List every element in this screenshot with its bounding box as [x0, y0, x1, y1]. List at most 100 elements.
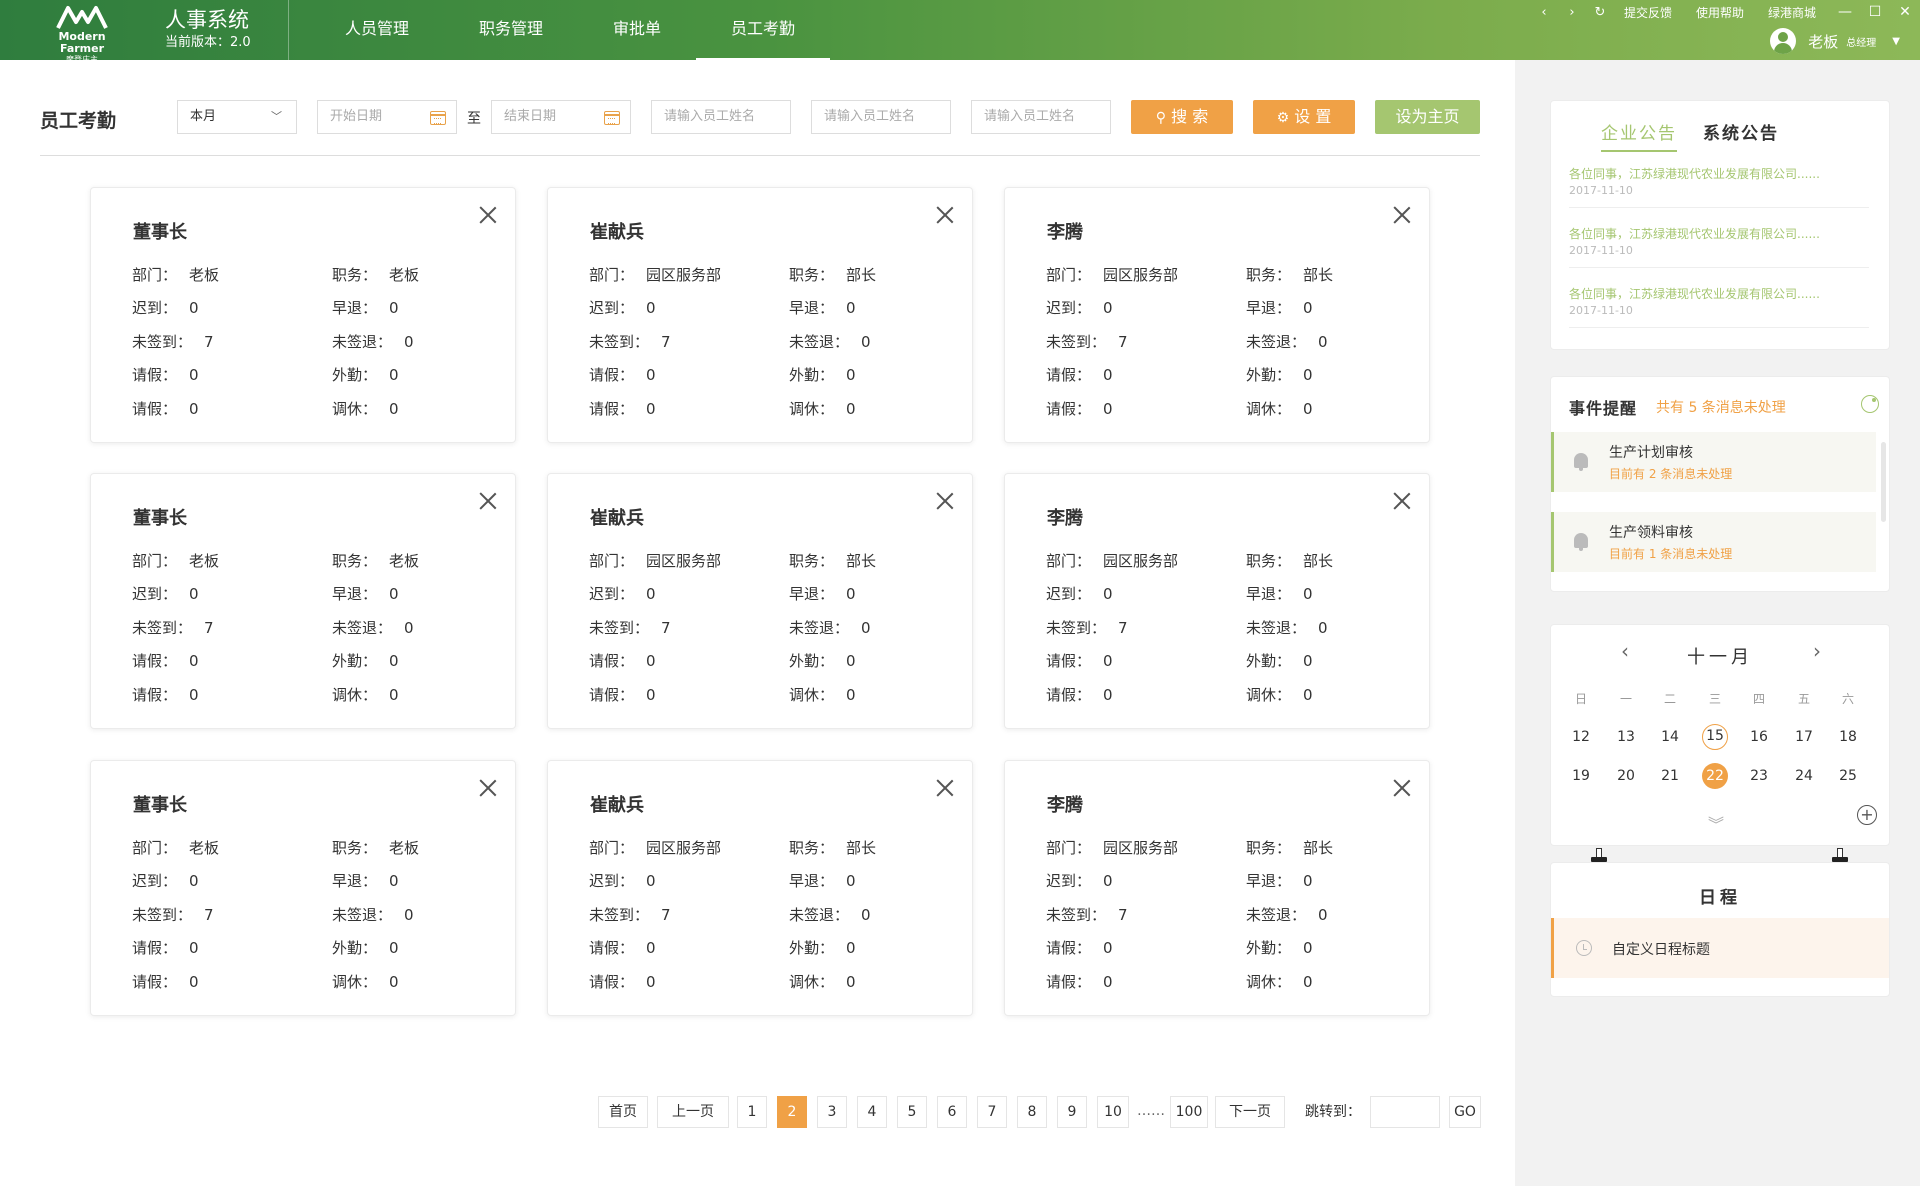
- calendar-day[interactable]: 13: [1613, 724, 1639, 750]
- calendar-day[interactable]: 18: [1835, 724, 1861, 750]
- settings-button[interactable]: ⚙ 设 置: [1253, 100, 1355, 134]
- calendar-day[interactable]: 22: [1702, 763, 1728, 789]
- employee-name-input[interactable]: 请输入员工姓名: [971, 100, 1111, 134]
- page-button[interactable]: 8: [1017, 1096, 1047, 1128]
- next-page-button[interactable]: 下一页: [1215, 1096, 1285, 1128]
- stat-leave: 请假： 0: [589, 364, 656, 385]
- stat-label: 迟到：: [589, 299, 635, 317]
- page-button[interactable]: 6: [937, 1096, 967, 1128]
- jump-to-input[interactable]: [1370, 1096, 1440, 1128]
- refresh-icon[interactable]: [1861, 395, 1879, 413]
- stat-position: 职务： 部长: [789, 550, 876, 571]
- notice-item[interactable]: 各位同事，江苏绿港现代农业发展有限公司...... 2017-11-10: [1569, 165, 1869, 208]
- expand-down-icon[interactable]: ︾: [1708, 811, 1724, 835]
- search-button[interactable]: ⚲ 搜 索: [1131, 100, 1233, 134]
- close-icon[interactable]: [1391, 777, 1413, 799]
- close-icon[interactable]: [934, 204, 956, 226]
- chevron-left-icon[interactable]: ‹: [1621, 639, 1629, 663]
- tab-company-notice[interactable]: 企业公告: [1601, 119, 1677, 152]
- attendance-card[interactable]: 崔献兵 部门： 园区服务部 职务： 部长 迟到： 0 早退： 0 未签到： 7 未签退： 0 请假： 0 外勤…: [547, 187, 973, 443]
- go-button[interactable]: GO: [1449, 1096, 1481, 1128]
- tab-system-notice[interactable]: 系统公告: [1703, 119, 1779, 152]
- page-button[interactable]: 3: [817, 1096, 847, 1128]
- page-button[interactable]: 5: [897, 1096, 927, 1128]
- caret-down-icon[interactable]: ▼: [1892, 36, 1900, 47]
- event-item[interactable]: 生产领料审核 目前有 1 条消息未处理: [1551, 512, 1876, 572]
- stat-value: 老板: [389, 552, 420, 570]
- close-icon[interactable]: [477, 490, 499, 512]
- calendar-day[interactable]: 25: [1835, 763, 1861, 789]
- schedule-item[interactable]: 自定义日程标题: [1551, 918, 1889, 978]
- stat-label: 迟到：: [132, 585, 178, 603]
- attendance-card[interactable]: 李腾 部门： 园区服务部 职务： 部长 迟到： 0 早退： 0 未签到： 7 未签退： 0 请假： 0 外勤：…: [1004, 760, 1430, 1016]
- stat-value: 0: [189, 585, 199, 603]
- stat-rest: 调休： 0: [332, 398, 399, 419]
- stat-value: 0: [1303, 366, 1313, 384]
- attendance-card[interactable]: 董事长 部门： 老板 职务： 老板 迟到： 0 早退： 0 未签到： 7 未签退： 0 请假： 0 外勤： 0 请…: [90, 760, 516, 1016]
- calendar-day[interactable]: 17: [1791, 724, 1817, 750]
- calendar-day[interactable]: 24: [1791, 763, 1817, 789]
- set-homepage-button[interactable]: 设为主页: [1375, 100, 1480, 134]
- stat-value: 老板: [189, 839, 220, 857]
- calendar-day[interactable]: 19: [1568, 763, 1594, 789]
- maximize-icon[interactable]: ☐: [1860, 4, 1890, 20]
- page-button[interactable]: 4: [857, 1096, 887, 1128]
- nav-approvals[interactable]: 审批单: [578, 0, 696, 60]
- logo[interactable]: Modern Farmer 摩登庄主: [36, 4, 128, 64]
- close-icon[interactable]: [934, 490, 956, 512]
- attendance-card[interactable]: 李腾 部门： 园区服务部 职务： 部长 迟到： 0 早退： 0 未签到： 7 未签退： 0 请假： 0 外勤：…: [1004, 473, 1430, 729]
- calendar-day[interactable]: 12: [1568, 724, 1594, 750]
- close-icon[interactable]: [1391, 204, 1413, 226]
- minimize-icon[interactable]: —: [1830, 4, 1860, 20]
- forward-icon[interactable]: ›: [1558, 5, 1586, 20]
- feedback-link[interactable]: 提交反馈: [1624, 4, 1672, 21]
- prev-page-button[interactable]: 上一页: [657, 1096, 729, 1128]
- mall-link[interactable]: 绿港商城: [1768, 4, 1816, 21]
- top-right-links: ‹ › ↻ 提交反馈 使用帮助 绿港商城 — ☐ ✕: [1530, 0, 1920, 24]
- calendar-day[interactable]: 16: [1746, 724, 1772, 750]
- calendar-day[interactable]: 23: [1746, 763, 1772, 789]
- attendance-card[interactable]: 崔献兵 部门： 园区服务部 职务： 部长 迟到： 0 早退： 0 未签到： 7 未签退： 0 请假： 0 外勤…: [547, 473, 973, 729]
- stat-value: 老板: [389, 266, 420, 284]
- page-button[interactable]: 7: [977, 1096, 1007, 1128]
- period-select[interactable]: 本月 ﹀: [177, 100, 297, 134]
- calendar-day[interactable]: 15: [1702, 724, 1728, 750]
- jump-to-label: 跳转到：: [1305, 1104, 1361, 1120]
- nav-personnel[interactable]: 人员管理: [310, 0, 444, 60]
- end-date-input[interactable]: 结束日期: [491, 100, 631, 134]
- calendar-day[interactable]: 14: [1657, 724, 1683, 750]
- back-icon[interactable]: ‹: [1530, 5, 1558, 20]
- stat-label: 请假：: [589, 366, 635, 384]
- close-icon[interactable]: ✕: [1890, 4, 1920, 20]
- calendar-day[interactable]: 20: [1613, 763, 1639, 789]
- start-date-input[interactable]: 开始日期: [317, 100, 457, 134]
- close-icon[interactable]: [477, 204, 499, 226]
- last-page-button[interactable]: 100: [1170, 1096, 1208, 1128]
- nav-attendance[interactable]: 员工考勤: [696, 0, 831, 60]
- close-icon[interactable]: [477, 777, 499, 799]
- page-button[interactable]: 10: [1097, 1096, 1129, 1128]
- close-icon[interactable]: [934, 777, 956, 799]
- notice-item[interactable]: 各位同事，江苏绿港现代农业发展有限公司...... 2017-11-10: [1569, 285, 1869, 328]
- chevron-right-icon[interactable]: ›: [1813, 639, 1821, 663]
- attendance-card[interactable]: 董事长 部门： 老板 职务： 老板 迟到： 0 早退： 0 未签到： 7 未签退： 0 请假： 0 外勤： 0 请…: [90, 187, 516, 443]
- page-button-current[interactable]: 2: [777, 1096, 807, 1128]
- attendance-card[interactable]: 董事长 部门： 老板 职务： 老板 迟到： 0 早退： 0 未签到： 7 未签退： 0 请假： 0 外勤： 0 请…: [90, 473, 516, 729]
- event-item[interactable]: 生产计划审核 目前有 2 条消息未处理: [1551, 432, 1876, 492]
- employee-name-input[interactable]: 请输入员工姓名: [811, 100, 951, 134]
- scrollbar[interactable]: [1881, 442, 1886, 522]
- user-menu[interactable]: 老板 总经理 ▼: [1770, 26, 1900, 56]
- page-button[interactable]: 9: [1057, 1096, 1087, 1128]
- calendar-day[interactable]: 21: [1657, 763, 1683, 789]
- first-page-button[interactable]: 首页: [598, 1096, 648, 1128]
- close-icon[interactable]: [1391, 490, 1413, 512]
- employee-name-input[interactable]: 请输入员工姓名: [651, 100, 791, 134]
- notice-item[interactable]: 各位同事，江苏绿港现代农业发展有限公司...... 2017-11-10: [1569, 225, 1869, 268]
- refresh-icon[interactable]: ↻: [1586, 5, 1614, 20]
- attendance-card[interactable]: 李腾 部门： 园区服务部 职务： 部长 迟到： 0 早退： 0 未签到： 7 未签退： 0 请假： 0 外勤：…: [1004, 187, 1430, 443]
- page-button[interactable]: 1: [737, 1096, 767, 1128]
- nav-positions[interactable]: 职务管理: [444, 0, 578, 60]
- add-icon[interactable]: +: [1857, 805, 1877, 825]
- help-link[interactable]: 使用帮助: [1696, 4, 1744, 21]
- attendance-card[interactable]: 崔献兵 部门： 园区服务部 职务： 部长 迟到： 0 早退： 0 未签到： 7 未签退： 0 请假： 0 外勤…: [547, 760, 973, 1016]
